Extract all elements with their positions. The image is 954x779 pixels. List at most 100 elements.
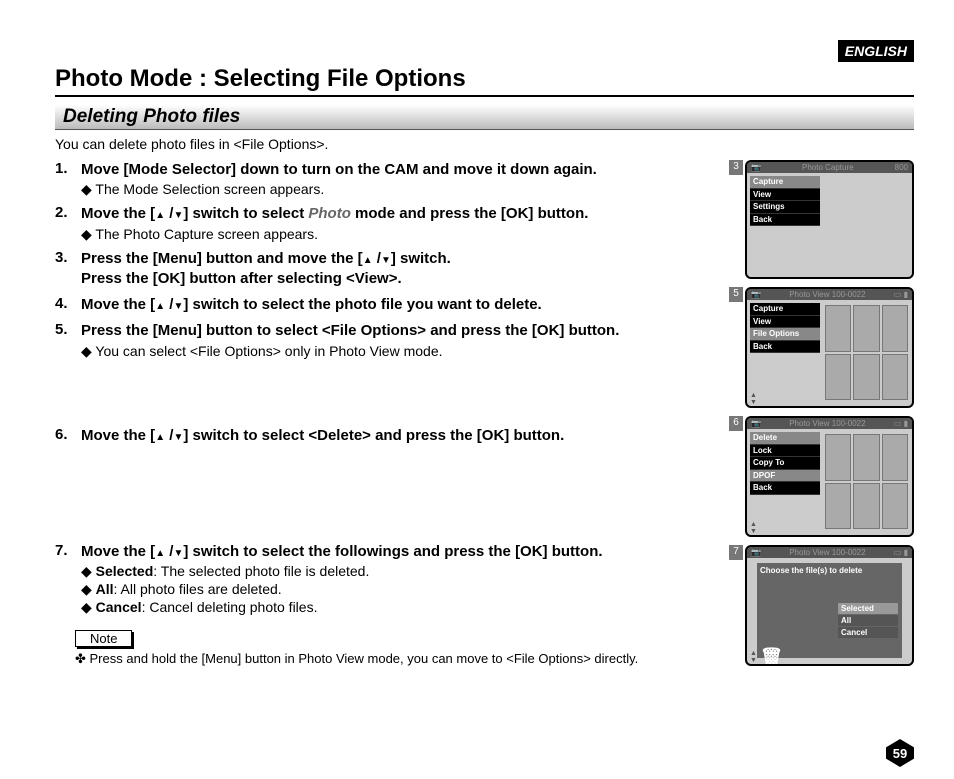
menu-item: View — [750, 316, 820, 329]
menu-item: Capture — [750, 303, 820, 316]
thumbnail — [853, 434, 879, 481]
option-desc: : Cancel deleting photo files. — [142, 599, 318, 615]
card-icon: ▭ ▮ — [894, 290, 908, 299]
screen-title: Photo View 100-0022 — [789, 419, 865, 428]
up-arrow-icon — [155, 205, 165, 222]
screenshots-column: 3 📷 Photo Capture 800 Capture View Setti… — [729, 160, 914, 674]
step-6: 6. Move the [ /] switch to select <Delet… — [55, 426, 717, 446]
step-number: 3. — [55, 249, 81, 290]
text: ] switch to select — [183, 205, 308, 222]
camera-icon: 📷 — [751, 163, 761, 172]
menu-item: Back — [750, 341, 820, 354]
option-label: All — [96, 581, 114, 597]
scroll-arrows-icon: ▲▼ — [750, 650, 757, 664]
option-label: Cancel — [96, 599, 142, 615]
trash-icon: 🗑 — [760, 647, 783, 666]
step-title: Move the [ /] switch to select <Delete> … — [81, 426, 717, 446]
thumbnail — [882, 305, 908, 352]
screenshot-number: 5 — [729, 287, 743, 302]
screen-topbar: 📷 Photo View 100-0022 ▭ ▮ — [747, 547, 912, 558]
card-icon: ▭ ▮ — [894, 419, 908, 428]
dialog-button: All — [838, 615, 898, 626]
menu-item: Lock — [750, 445, 820, 458]
menu-item: Delete — [750, 432, 820, 445]
down-arrow-icon — [381, 250, 391, 267]
content-columns: 1. Move [Mode Selector] down to turn on … — [55, 160, 914, 674]
screenshot-7: 7 📷 Photo View 100-0022 ▭ ▮ Choose the f… — [729, 545, 914, 666]
camera-icon: 📷 — [751, 548, 761, 557]
thumbnail-grid — [825, 305, 908, 400]
text: ] switch. — [391, 250, 451, 267]
option-desc: : The selected photo file is deleted. — [153, 563, 369, 579]
scroll-arrows-icon: ▲▼ — [750, 392, 757, 406]
dialog-button: Cancel — [838, 627, 898, 638]
down-arrow-icon — [173, 543, 183, 560]
thumbnail — [853, 483, 879, 530]
screen-topbar: 📷 Photo Capture 800 — [747, 162, 912, 173]
step-title: Move [Mode Selector] down to turn on the… — [81, 160, 717, 180]
screen-menu: Capture View Settings Back — [750, 176, 820, 226]
step-title: Press the [Menu] button to select <File … — [81, 321, 717, 341]
screen-title: Photo View 100-0022 — [789, 290, 865, 299]
card-icon: ▭ ▮ — [894, 548, 908, 557]
option-label: Selected — [96, 563, 154, 579]
text: Move the [ — [81, 205, 155, 222]
step-title: Move the [ /] switch to select Photo mod… — [81, 204, 717, 224]
step-number: 2. — [55, 204, 81, 242]
down-arrow-icon — [173, 296, 183, 313]
step-number: 7. — [55, 542, 81, 616]
down-arrow-icon — [173, 427, 183, 444]
step-number: 1. — [55, 160, 81, 198]
screen-menu: Capture View File Options Back — [750, 303, 820, 353]
intro-text: You can delete photo files in <File Opti… — [55, 136, 914, 152]
menu-item: View — [750, 189, 820, 202]
text: Press the [Menu] button and move the [ — [81, 250, 363, 267]
text: mode and press the [OK] button. — [351, 205, 589, 222]
text: ] switch to select the followings and pr… — [183, 543, 602, 560]
thumbnail — [882, 354, 908, 401]
camera-icon: 📷 — [751, 419, 761, 428]
step-1: 1. Move [Mode Selector] down to turn on … — [55, 160, 717, 198]
page-title: Photo Mode : Selecting File Options — [55, 65, 914, 97]
screenshot-number: 3 — [729, 160, 743, 175]
thumbnail-grid — [825, 434, 908, 529]
screenshot-3: 3 📷 Photo Capture 800 Capture View Setti… — [729, 160, 914, 279]
step-title: Move the [ /] switch to select the follo… — [81, 542, 717, 562]
option-desc: : All photo files are deleted. — [114, 581, 282, 597]
text: Move the [ — [81, 543, 155, 560]
menu-item: Copy To — [750, 457, 820, 470]
screenshot-5: 5 📷 Photo View 100-0022 ▭ ▮ Capture View… — [729, 287, 914, 408]
text: Move the [ — [81, 427, 155, 444]
step-5: 5. Press the [Menu] button to select <Fi… — [55, 321, 717, 359]
text: Move the [ — [81, 296, 155, 313]
thumbnail — [853, 305, 879, 352]
camera-icon: 📷 — [751, 290, 761, 299]
screenshot-6: 6 📷 Photo View 100-0022 ▭ ▮ Delete Lock … — [729, 416, 914, 537]
dialog-button: Selected — [838, 603, 898, 614]
note-text: Press and hold the [Menu] button in Phot… — [75, 651, 717, 667]
up-arrow-icon — [363, 250, 373, 267]
step-number: 4. — [55, 295, 81, 315]
page-number: 59 — [886, 739, 914, 767]
menu-item: Capture — [750, 176, 820, 189]
resolution-badge: 800 — [895, 163, 908, 172]
step-title: Move the [ /] switch to select the photo… — [81, 295, 717, 315]
screen-menu: Delete Lock Copy To DPOF Back — [750, 432, 820, 495]
step-7: 7. Move the [ /] switch to select the fo… — [55, 542, 717, 616]
screen-title: Photo Capture — [802, 163, 854, 172]
thumbnail — [825, 305, 851, 352]
thumbnail — [882, 434, 908, 481]
step-3: 3. Press the [Menu] button and move the … — [55, 249, 717, 290]
menu-item: Back — [750, 482, 820, 495]
subsection-title: Deleting Photo files — [55, 105, 914, 130]
steps-column: 1. Move [Mode Selector] down to turn on … — [55, 160, 717, 674]
screen-topbar: 📷 Photo View 100-0022 ▭ ▮ — [747, 289, 912, 300]
language-badge: ENGLISH — [838, 40, 914, 62]
photo-mode-label: Photo — [308, 205, 351, 222]
screen-title: Photo View 100-0022 — [789, 548, 865, 557]
step-title: Press the [Menu] button and move the [ /… — [81, 249, 717, 269]
step-2: 2. Move the [ /] switch to select Photo … — [55, 204, 717, 242]
step-number: 5. — [55, 321, 81, 359]
up-arrow-icon — [155, 427, 165, 444]
thumbnail — [825, 483, 851, 530]
